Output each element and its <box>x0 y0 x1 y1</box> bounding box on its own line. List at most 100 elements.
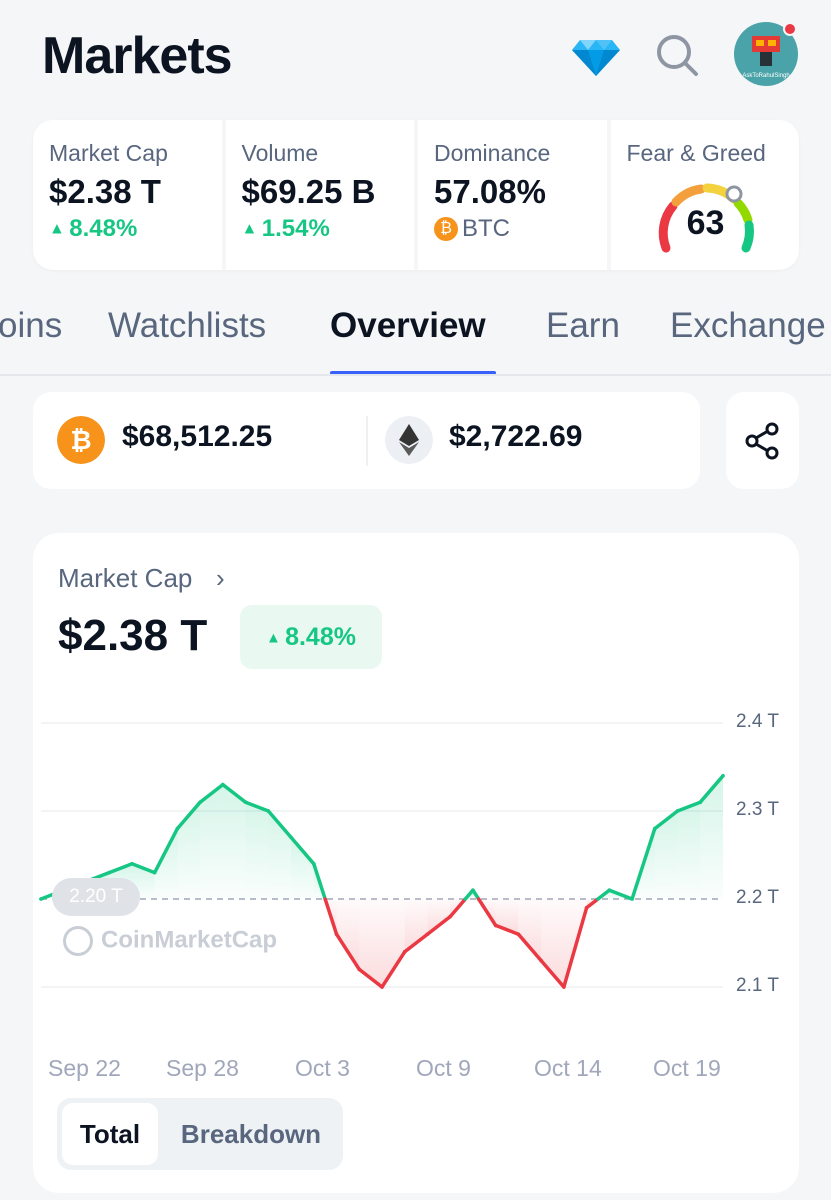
data-point <box>402 950 407 954</box>
data-point <box>289 835 293 840</box>
tab-coins[interactable]: oins <box>0 306 62 346</box>
y-tick-label: 2.2 T <box>736 887 779 908</box>
tab-earn[interactable]: Earn <box>546 306 620 346</box>
search-icon[interactable] <box>654 32 700 78</box>
x-tick-label: Oct 19 <box>653 1055 721 1081</box>
stat-value: $69.25 B <box>241 173 376 210</box>
avatar-text: AskToRahulSingh <box>742 73 789 79</box>
data-point <box>721 774 725 778</box>
stat-dominance[interactable]: Dominance 57.08% ₿ BTC <box>418 120 611 270</box>
stat-label: Market Cap <box>49 140 168 166</box>
tab-watchlists[interactable]: Watchlists <box>108 306 266 346</box>
y-tick-label: 2.3 T <box>736 799 779 820</box>
baseline-badge: 2.20 T <box>52 878 140 916</box>
market-cap-line-chart[interactable] <box>33 683 799 1093</box>
chart-value: $2.38 T <box>58 611 208 660</box>
stat-change: ▲ 1.54% <box>241 215 330 242</box>
caret-up-icon: ▲ <box>49 220 70 238</box>
stat-value: $2.38 T <box>49 173 161 210</box>
y-tick-label: 2.1 T <box>736 975 779 996</box>
btc-price[interactable]: $68,512.25 <box>122 420 272 454</box>
change-badge: ▲ 8.48% <box>240 605 382 669</box>
data-point <box>584 906 589 910</box>
divider <box>366 416 368 466</box>
chart-title[interactable]: Market Cap <box>58 563 192 594</box>
data-point <box>152 870 157 875</box>
caret-up-icon: ▲ <box>266 629 286 647</box>
dominance-asset: ₿ BTC <box>434 215 607 243</box>
notification-dot <box>783 22 797 36</box>
header: Markets AskToRahulSingh <box>0 0 831 115</box>
stat-label: Dominance <box>434 140 551 166</box>
area-fill-segment <box>677 802 701 899</box>
area-fill-segment <box>245 802 269 899</box>
ethereum-icon[interactable] <box>385 416 433 464</box>
stat-label: Fear & Greed <box>626 140 766 166</box>
svg-text:₿: ₿ <box>70 426 91 456</box>
coinmarketcap-watermark: CoinMarketCap <box>63 926 277 956</box>
data-point <box>380 985 384 989</box>
data-point <box>539 958 543 963</box>
eth-price[interactable]: $2,722.69 <box>449 420 582 454</box>
chart-mode-toggle: Total Breakdown <box>57 1098 343 1170</box>
data-point <box>698 800 703 804</box>
x-tick-label: Sep 22 <box>48 1055 121 1081</box>
x-tick-label: Sep 28 <box>166 1055 239 1081</box>
x-tick-label: Oct 9 <box>416 1055 471 1081</box>
area-fill-segment <box>518 899 542 961</box>
fear-greed-value: 63 <box>686 204 725 242</box>
stat-label: Volume <box>241 140 319 166</box>
data-point <box>425 932 430 936</box>
bitcoin-icon[interactable]: ₿ <box>57 416 105 464</box>
stat-change: ▲ 8.48% <box>49 215 138 242</box>
data-point <box>357 967 362 972</box>
data-point <box>471 888 475 892</box>
diamond-icon[interactable] <box>572 36 620 76</box>
data-point <box>334 932 339 936</box>
data-point <box>39 897 43 901</box>
stat-volume[interactable]: Volume $69.25 B ▲ 1.54% <box>226 120 418 270</box>
x-tick-label: Oct 14 <box>534 1055 602 1081</box>
toggle-total-button[interactable]: Total <box>62 1103 158 1165</box>
data-point <box>312 862 316 866</box>
price-ticker: ₿ $68,512.25 $2,722.69 <box>33 392 700 489</box>
tab-bar: oins Watchlists Overview Earn Exchange <box>0 290 831 376</box>
stats-card: Market Cap $2.38 T ▲ 8.48% Volume $69.25… <box>33 120 799 270</box>
stat-value: 57.08% <box>434 173 546 210</box>
data-point <box>221 782 225 787</box>
data-point <box>675 809 680 813</box>
bitcoin-icon: ₿ <box>434 217 458 241</box>
data-point <box>653 826 657 831</box>
caret-up-icon: ▲ <box>241 220 262 238</box>
data-point <box>243 800 248 804</box>
data-point <box>130 862 134 866</box>
market-cap-chart-card: Market Cap › $2.38 T ▲ 8.48% CoinMarketC… <box>33 533 799 1193</box>
x-tick-label: Oct 3 <box>295 1055 350 1081</box>
data-point <box>198 800 202 804</box>
data-point <box>630 897 634 901</box>
data-point <box>562 985 566 989</box>
data-point <box>516 932 521 936</box>
share-button[interactable] <box>726 392 799 489</box>
area-fill-segment <box>291 837 314 899</box>
tab-exchange[interactable]: Exchange <box>670 306 826 346</box>
coinmarketcap-logo-icon <box>63 926 93 956</box>
toggle-breakdown-button[interactable]: Breakdown <box>163 1103 339 1165</box>
area-fill-segment <box>427 899 451 935</box>
y-tick-label: 2.4 T <box>736 711 779 732</box>
data-point <box>607 888 612 892</box>
active-tab-indicator <box>330 371 496 374</box>
stat-fear-greed[interactable]: Fear & Greed 63 <box>611 120 800 270</box>
tab-overview[interactable]: Overview <box>330 306 486 346</box>
share-icon <box>745 422 779 460</box>
data-point <box>448 914 453 919</box>
area-fill-segment <box>336 899 360 970</box>
data-point <box>266 809 271 813</box>
stat-market-cap[interactable]: Market Cap $2.38 T ▲ 8.48% <box>33 120 226 270</box>
area-fill-segment <box>700 775 723 899</box>
page-title: Markets <box>42 27 233 85</box>
data-point <box>493 923 498 928</box>
data-point <box>175 826 180 831</box>
chevron-right-icon[interactable]: › <box>216 563 225 594</box>
data-point <box>107 870 111 875</box>
